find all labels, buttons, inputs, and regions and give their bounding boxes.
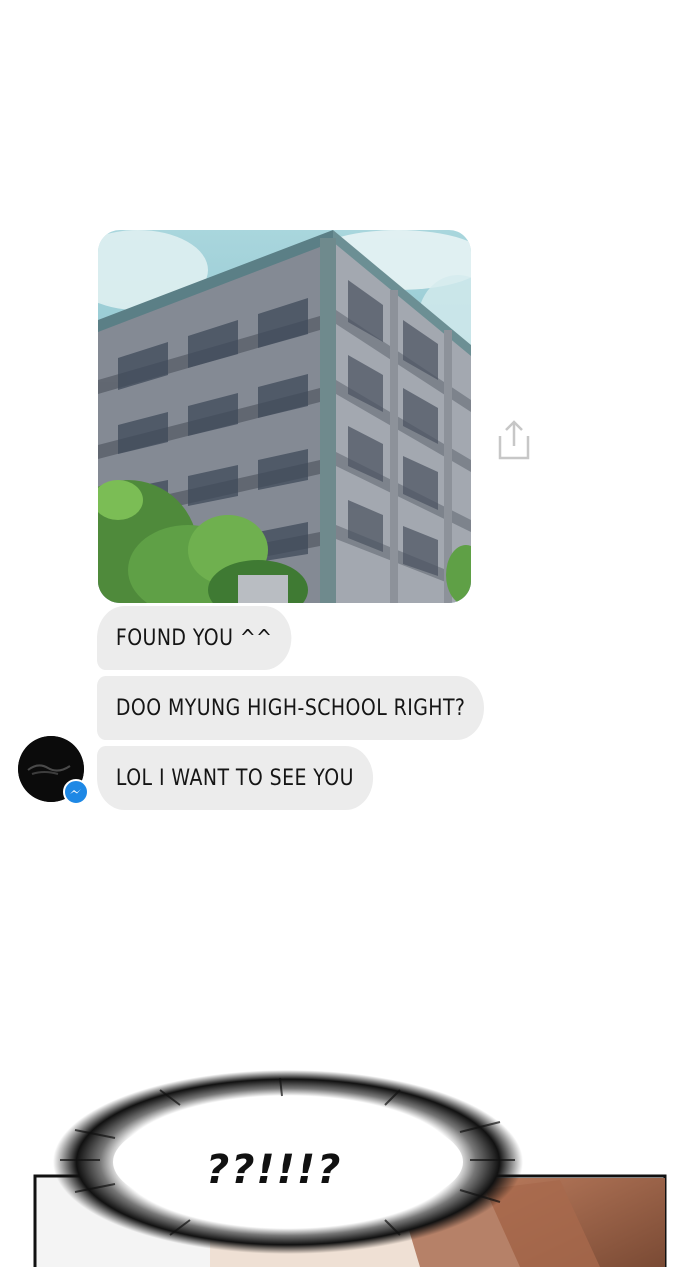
message-text: FOUND YOU ^^: [115, 625, 273, 651]
messenger-icon: [63, 779, 89, 805]
message-bubble[interactable]: FOUND YOU ^^: [97, 606, 292, 670]
message-text: LOL I WANT TO SEE YOU: [115, 765, 354, 791]
shared-photo[interactable]: [98, 230, 471, 603]
school-building-image: [98, 230, 471, 603]
share-icon[interactable]: [496, 418, 532, 462]
message-text: DOO MYUNG HIGH-SCHOOL RIGHT?: [115, 695, 466, 721]
message-bubble[interactable]: DOO MYUNG HIGH-SCHOOL RIGHT?: [97, 676, 485, 740]
reaction-text: ??!!!?: [206, 1147, 343, 1193]
comic-panel-art: [33, 1070, 667, 1272]
message-bubble[interactable]: LOL I WANT TO SEE YOU: [97, 746, 373, 810]
comic-panel: [0, 1060, 700, 1272]
